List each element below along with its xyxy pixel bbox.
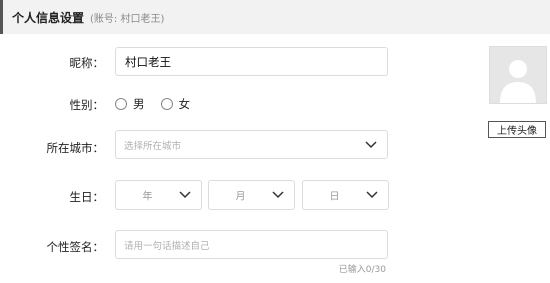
gender-option-female[interactable]: 女 bbox=[160, 96, 191, 112]
city-select[interactable]: 选择所在城市 bbox=[115, 130, 388, 159]
radio-icon[interactable] bbox=[160, 98, 173, 110]
chevron-down-icon bbox=[365, 140, 377, 148]
avatar-placeholder-icon bbox=[500, 60, 536, 103]
nickname-value: 村口老王 bbox=[125, 54, 171, 69]
nickname-label: 昵称： bbox=[69, 56, 105, 70]
gender-male-label: 男 bbox=[133, 97, 145, 111]
day-placeholder: 日 bbox=[329, 191, 340, 203]
birthday-day-select[interactable]: 日 bbox=[302, 180, 389, 210]
nickname-input[interactable]: 村口老王 bbox=[115, 47, 388, 76]
birthday-label: 生日： bbox=[69, 190, 105, 204]
gender-option-male[interactable]: 男 bbox=[115, 96, 145, 112]
year-placeholder: 年 bbox=[142, 191, 153, 203]
avatar bbox=[489, 46, 547, 104]
birthday-month-select[interactable]: 月 bbox=[208, 180, 295, 210]
signature-placeholder: 请用一句话描述自己 bbox=[124, 240, 210, 252]
month-placeholder: 月 bbox=[235, 191, 246, 203]
city-placeholder: 选择所在城市 bbox=[124, 140, 182, 152]
gender-radio-group: 男 女 bbox=[115, 96, 206, 112]
account-label: (账号: 村口老王) bbox=[90, 13, 165, 25]
signature-label: 个性签名： bbox=[46, 240, 105, 254]
radio-icon[interactable] bbox=[115, 98, 127, 110]
birthday-year-select[interactable]: 年 bbox=[115, 180, 202, 210]
gender-female-label: 女 bbox=[178, 97, 191, 111]
city-label: 所在城市： bbox=[46, 141, 105, 155]
page-header: 个人信息设置 (账号: 村口老王) bbox=[0, 0, 550, 34]
upload-avatar-button[interactable]: 上传头像 bbox=[488, 121, 546, 138]
page-title: 个人信息设置 bbox=[12, 10, 85, 25]
gender-label: 性别： bbox=[69, 98, 105, 112]
chevron-down-icon bbox=[272, 191, 284, 199]
signature-input[interactable]: 请用一句话描述自己 bbox=[115, 230, 388, 259]
chevron-down-icon bbox=[179, 191, 191, 199]
chevron-down-icon bbox=[366, 191, 378, 199]
signature-char-counter: 已输入0/30 bbox=[338, 265, 386, 275]
